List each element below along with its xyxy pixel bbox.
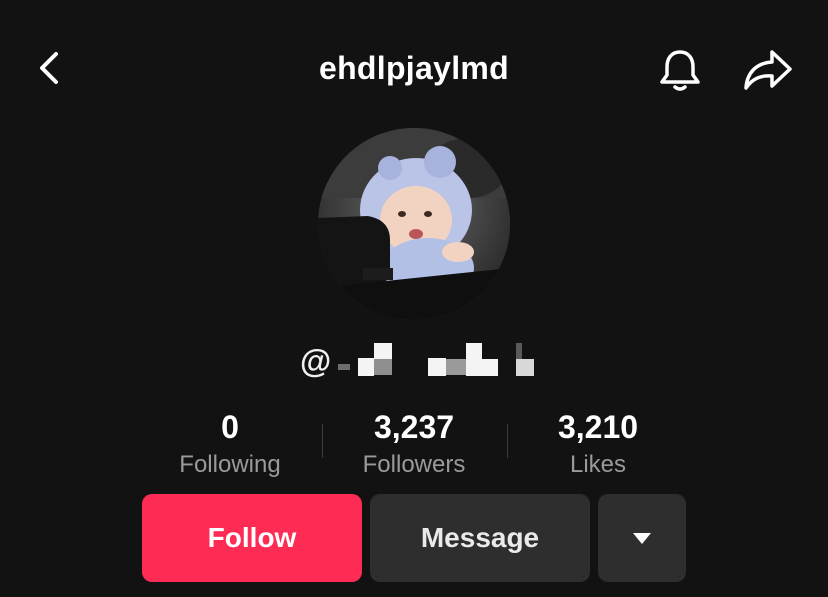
bell-icon: [660, 50, 700, 91]
profile-stats: 0 Following 3,237 Followers 3,210 Likes: [0, 405, 828, 485]
stats-divider: [507, 424, 508, 458]
stat-value: 0: [221, 409, 239, 445]
stat-value: 3,237: [373, 409, 455, 445]
profile-handle: @: [300, 341, 560, 381]
more-options-button[interactable]: [598, 494, 686, 582]
stat-label: Followers: [362, 451, 466, 478]
profile-avatar[interactable]: [318, 128, 510, 320]
share-arrow-icon: [744, 50, 792, 90]
top-bar: ehdlpjaylmd: [0, 0, 828, 140]
stat-likes[interactable]: 3,210 Likes: [508, 405, 688, 481]
stat-following[interactable]: 0 Following: [140, 405, 320, 481]
stat-followers[interactable]: 3,237 Followers: [324, 405, 504, 481]
share-button[interactable]: [740, 44, 796, 96]
avatar-photo: [318, 128, 510, 320]
handle-at-symbol: @: [300, 343, 332, 379]
follow-button[interactable]: Follow: [142, 494, 362, 582]
triangle-down-icon: [633, 532, 651, 544]
stats-divider: [322, 424, 323, 458]
stat-label: Following: [179, 451, 281, 478]
notifications-button[interactable]: [654, 44, 706, 96]
stat-value: 3,210: [557, 409, 639, 445]
message-button[interactable]: Message: [370, 494, 590, 582]
stat-label: Likes: [569, 451, 627, 478]
